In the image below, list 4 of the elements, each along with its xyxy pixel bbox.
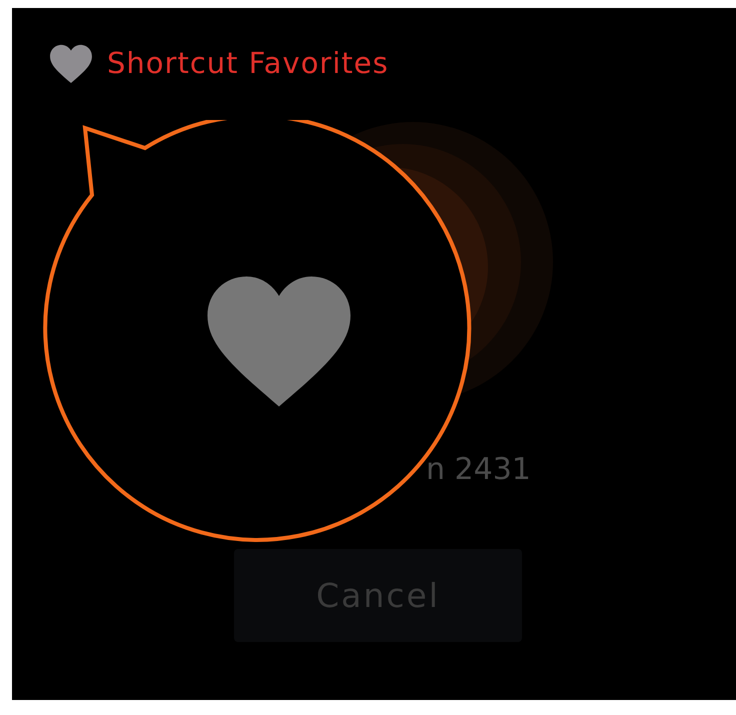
screen-title: Shortcut Favorites	[107, 46, 389, 80]
reading-text: n 2431	[426, 452, 531, 487]
heart-icon	[47, 43, 95, 83]
heart-icon	[208, 276, 350, 406]
